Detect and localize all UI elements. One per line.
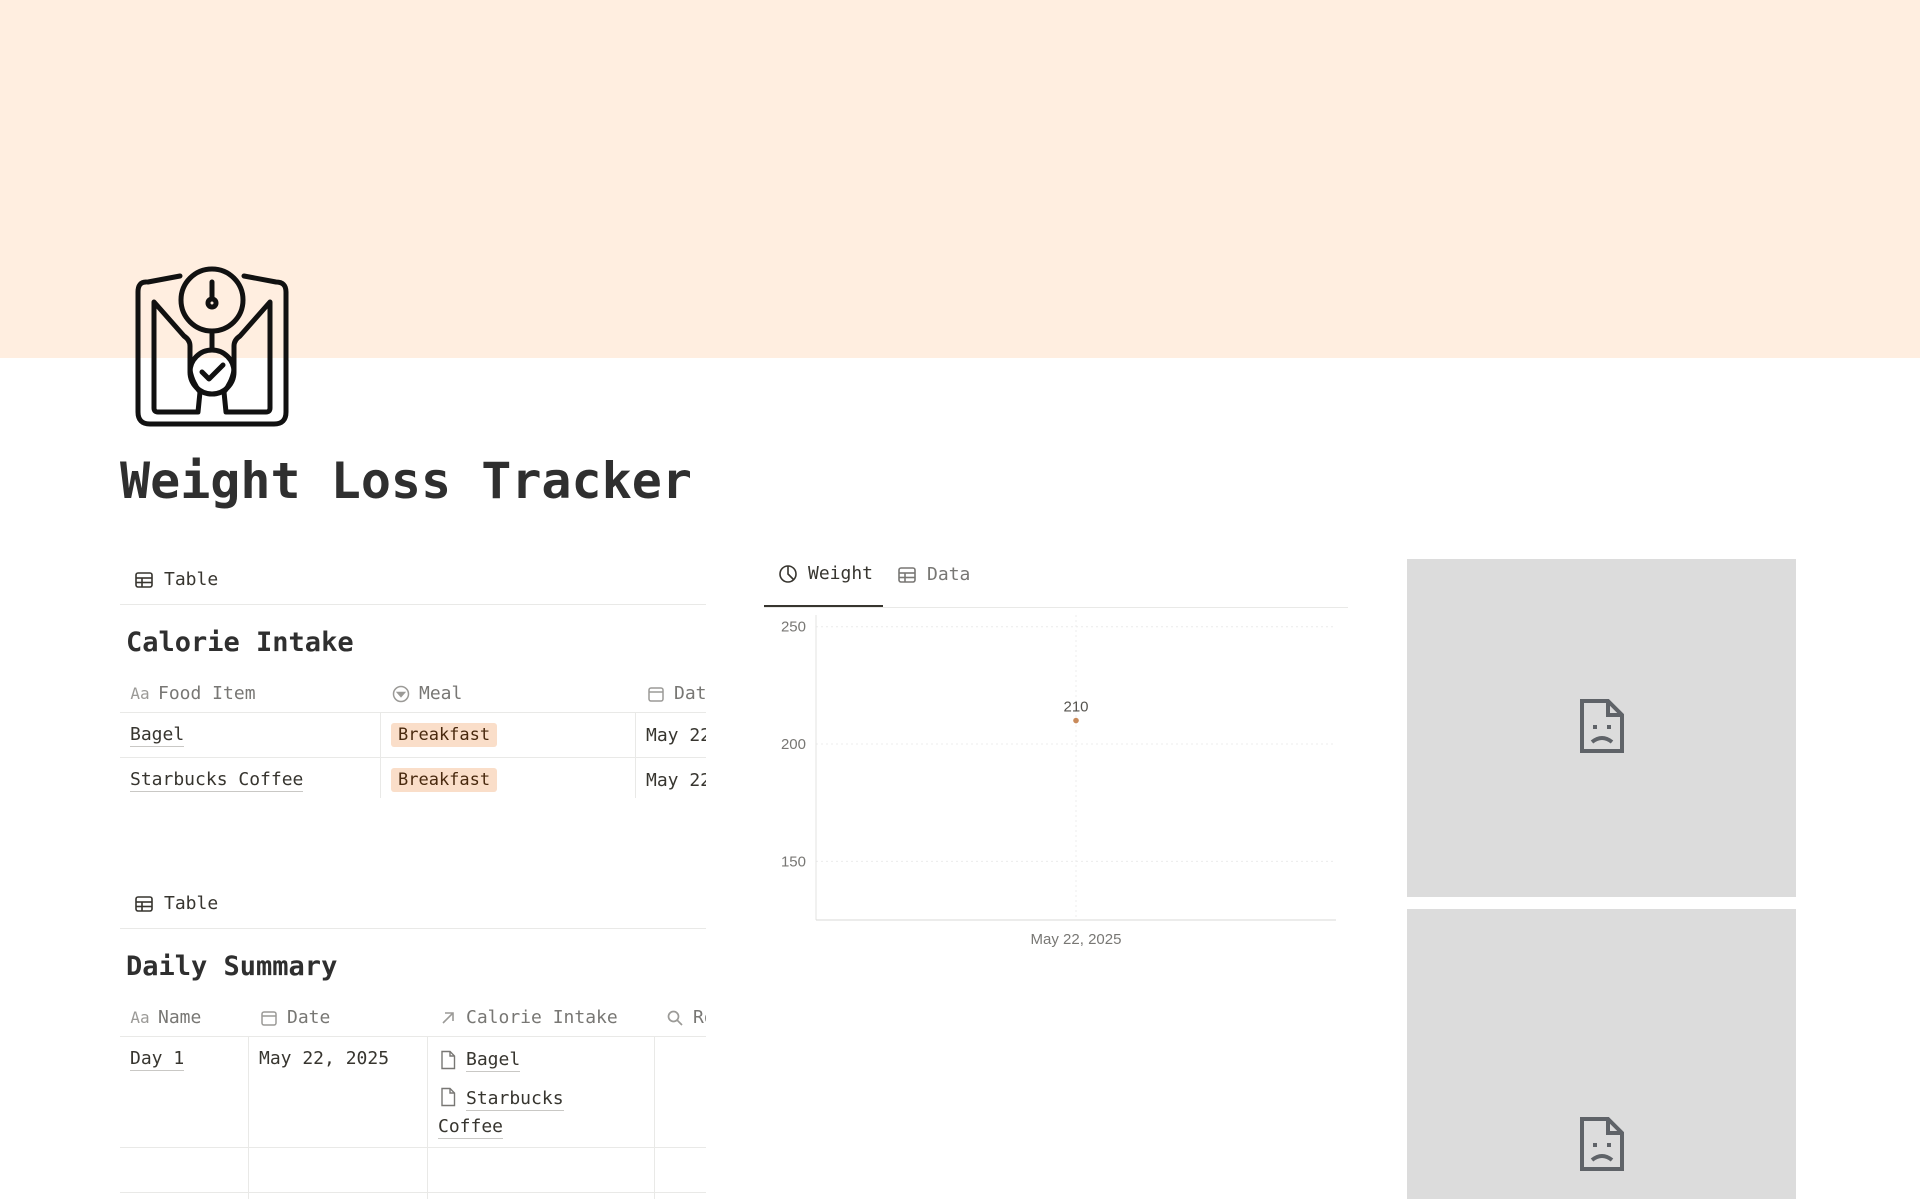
column-header-calorie-intake[interactable]: Calorie Intake xyxy=(428,1007,655,1028)
table-icon xyxy=(134,570,154,590)
column-header-rollup[interactable]: Rollup xyxy=(655,1007,706,1028)
broken-file-icon xyxy=(1578,697,1626,759)
column-label: Rollup xyxy=(693,1007,706,1028)
table-row[interactable]: Starbucks Coffee Breakfast May 22, 2025 xyxy=(120,758,706,798)
page-icon xyxy=(438,1050,458,1070)
column-header-date[interactable]: Date xyxy=(636,683,706,704)
meal-tag: Breakfast xyxy=(391,723,498,747)
column-header-food-item[interactable]: Aa Food Item xyxy=(120,683,381,704)
date-cell[interactable]: May 22, 2025 xyxy=(636,758,706,798)
name-cell[interactable] xyxy=(120,1148,249,1192)
column-label: Meal xyxy=(419,683,463,704)
text-property-icon: Aa xyxy=(130,1008,150,1027)
embed-block[interactable] xyxy=(1407,909,1796,1199)
table-row[interactable]: Bagel Breakfast May 22, 2025 xyxy=(120,713,706,758)
column-header-date[interactable]: Date xyxy=(249,1007,428,1028)
rollup-cell[interactable] xyxy=(655,1037,706,1147)
database-title[interactable]: Calorie Intake xyxy=(120,605,706,675)
bathroom-scale-check-icon[interactable] xyxy=(128,262,296,430)
relation-arrow-icon xyxy=(438,1008,458,1028)
broken-file-icon xyxy=(1578,1115,1626,1177)
y-tick-label: 150 xyxy=(781,853,806,870)
summary-table: Aa Name Date Calorie Intake Rollup xyxy=(120,999,706,1199)
column-header-name[interactable]: Aa Name xyxy=(120,1007,249,1028)
calendar-icon xyxy=(259,1008,279,1028)
food-item-link[interactable]: Starbucks Coffee xyxy=(130,769,304,792)
date-cell[interactable]: May 22, 2025 xyxy=(636,713,706,757)
view-label: Table xyxy=(164,569,219,590)
calorie-table-view-tab[interactable]: Table xyxy=(120,555,706,605)
row-name-link[interactable]: Day 1 xyxy=(130,1048,185,1071)
view-label: Table xyxy=(164,893,219,914)
calorie-intake-database: Table Calorie Intake Aa Food Item Meal D… xyxy=(120,555,706,798)
data-label: 210 xyxy=(1063,699,1088,716)
calorie-relation-cell[interactable] xyxy=(428,1148,655,1192)
rollup-cell[interactable] xyxy=(655,1148,706,1192)
column-label: Name xyxy=(158,1007,202,1028)
page-title[interactable]: Weight Loss Tracker xyxy=(120,452,692,510)
name-cell[interactable] xyxy=(120,1193,249,1199)
chart-view-tabs: Weight Data xyxy=(764,555,1348,608)
meal-tag: Breakfast xyxy=(391,768,498,792)
table-icon xyxy=(134,894,154,914)
relation-item[interactable]: Bagel xyxy=(438,1048,521,1072)
column-header-meal[interactable]: Meal xyxy=(381,683,636,704)
column-label: Date xyxy=(287,1007,331,1028)
y-tick-label: 200 xyxy=(781,736,806,753)
text-property-icon: Aa xyxy=(130,684,150,703)
column-label: Date xyxy=(674,683,706,704)
table-row[interactable] xyxy=(120,1148,706,1193)
y-tick-label: 250 xyxy=(781,619,806,636)
pie-chart-icon xyxy=(778,564,798,584)
weight-chart-panel: Weight Data 250 200 150 May 22, 2025 210 xyxy=(764,555,1348,948)
food-item-cell[interactable]: Starbucks Coffee xyxy=(120,758,381,798)
table-row[interactable] xyxy=(120,1193,706,1199)
food-item-link[interactable]: Bagel xyxy=(130,724,185,747)
select-icon xyxy=(391,684,411,704)
search-icon xyxy=(665,1008,685,1028)
embed-block[interactable] xyxy=(1407,559,1796,897)
data-point xyxy=(1073,717,1079,724)
food-item-cell[interactable]: Bagel xyxy=(120,713,381,757)
column-label: Food Item xyxy=(158,683,256,704)
calorie-table: Aa Food Item Meal Date Bagel Breakfast M… xyxy=(120,675,706,798)
summary-table-view-tab[interactable]: Table xyxy=(120,879,706,929)
date-cell[interactable] xyxy=(249,1148,428,1192)
calendar-icon xyxy=(646,684,666,704)
name-cell[interactable]: Day 1 xyxy=(120,1037,249,1147)
meal-cell[interactable]: Breakfast xyxy=(381,758,636,798)
relation-item[interactable]: Starbucks Coffee xyxy=(438,1084,638,1141)
column-label: Calorie Intake xyxy=(466,1007,618,1028)
rollup-cell[interactable] xyxy=(655,1193,706,1199)
table-header: Aa Food Item Meal Date xyxy=(120,675,706,713)
database-title[interactable]: Daily Summary xyxy=(120,929,706,999)
table-header: Aa Name Date Calorie Intake Rollup xyxy=(120,999,706,1037)
daily-summary-database: Table Daily Summary Aa Name Date Calorie… xyxy=(120,879,706,1199)
date-cell[interactable]: May 22, 2025 xyxy=(249,1037,428,1147)
calorie-relation-cell[interactable]: Bagel Starbucks Coffee xyxy=(428,1037,655,1147)
meal-cell[interactable]: Breakfast xyxy=(381,713,636,757)
calorie-relation-cell[interactable] xyxy=(428,1193,655,1199)
tab-data[interactable]: Data xyxy=(883,554,980,607)
tab-weight[interactable]: Weight xyxy=(764,554,884,607)
page-icon xyxy=(438,1087,458,1107)
tab-label: Data xyxy=(927,564,971,585)
relation-link[interactable]: Bagel xyxy=(466,1049,521,1072)
x-tick-label: May 22, 2025 xyxy=(1031,931,1122,948)
date-cell[interactable] xyxy=(249,1193,428,1199)
table-row[interactable]: Day 1 May 22, 2025 Bagel Starbucks Coffe… xyxy=(120,1037,706,1148)
weight-chart[interactable]: 250 200 150 May 22, 2025 210 xyxy=(764,615,1348,975)
tab-label: Weight xyxy=(808,563,874,584)
table-icon xyxy=(897,565,917,585)
